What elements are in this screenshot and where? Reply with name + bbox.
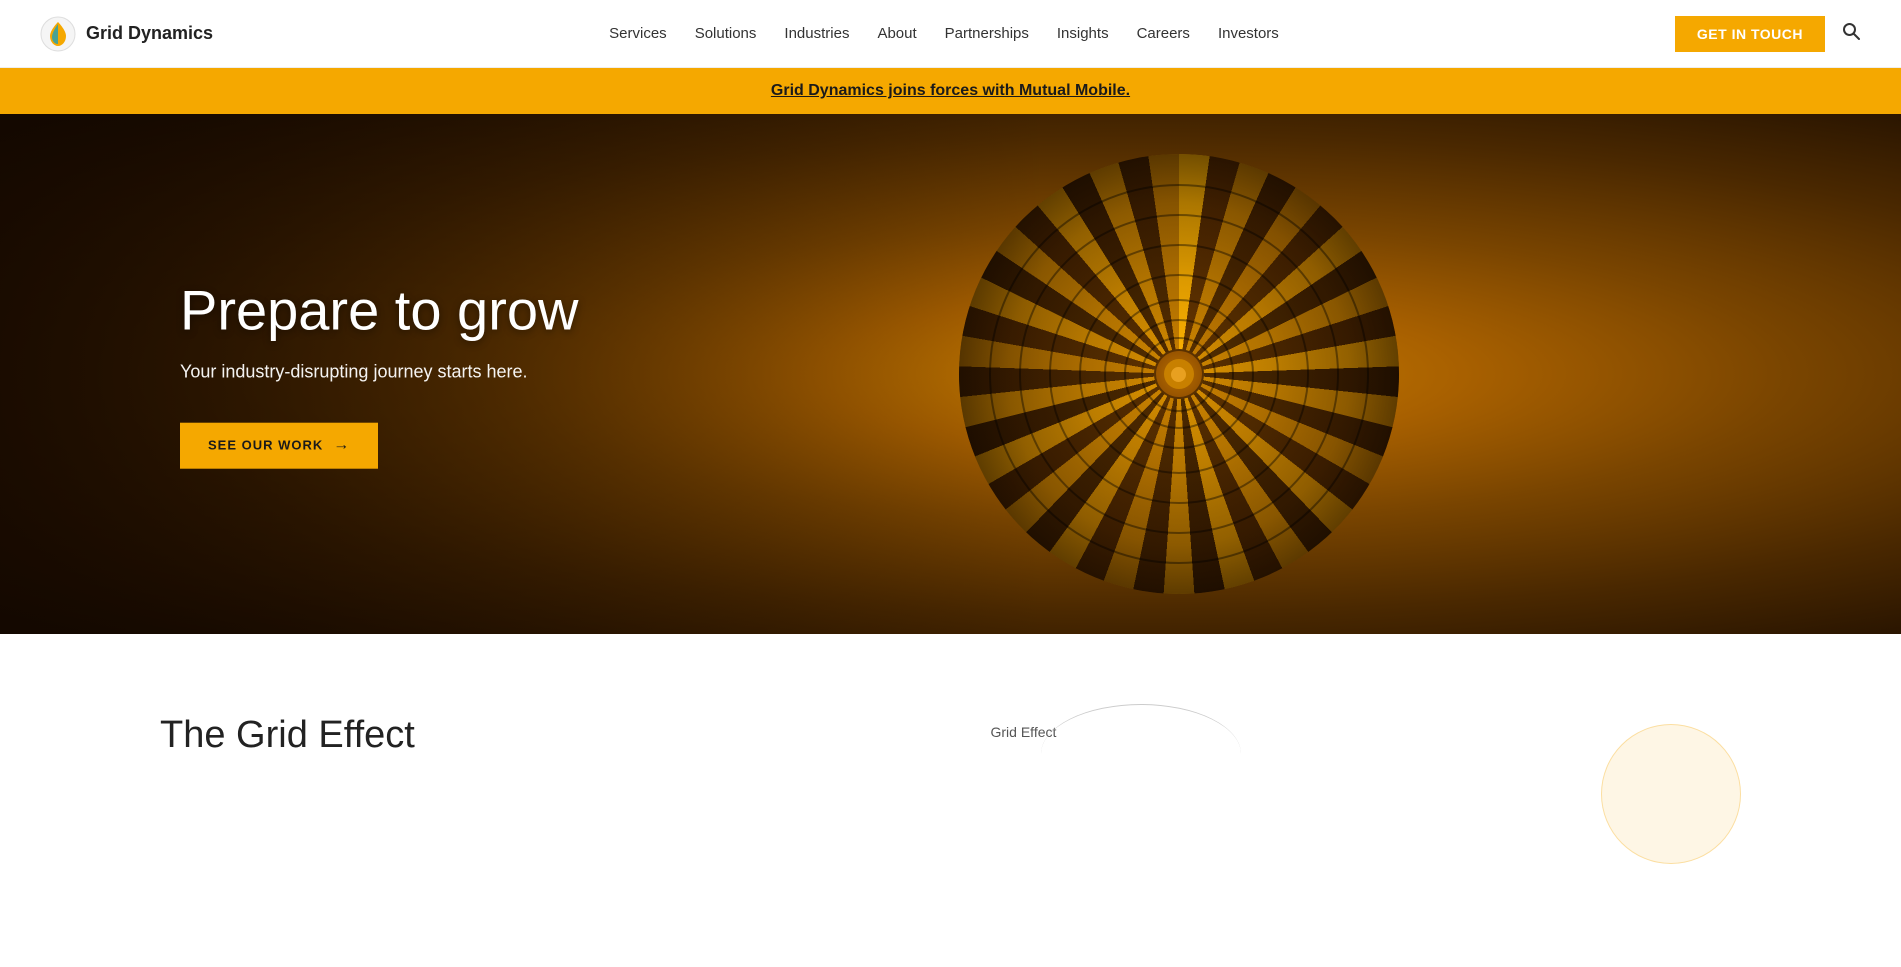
- hero-subtitle: Your industry-disrupting journey starts …: [180, 361, 578, 382]
- nav-industries[interactable]: Industries: [784, 25, 849, 42]
- nav-careers[interactable]: Careers: [1137, 25, 1190, 42]
- logo-icon: [40, 16, 76, 52]
- search-button[interactable]: [1841, 21, 1861, 47]
- grid-effect-title: The Grid Effect: [160, 694, 951, 757]
- announcement-link[interactable]: Grid Dynamics joins forces with Mutual M…: [771, 82, 1130, 99]
- nav-right: GET IN TOUCH: [1675, 16, 1861, 52]
- nav-insights[interactable]: Insights: [1057, 25, 1109, 42]
- nav-solutions[interactable]: Solutions: [695, 25, 757, 42]
- nav-links: Services Solutions Industries About Part…: [609, 25, 1279, 43]
- grid-effect-circle: [1601, 724, 1741, 864]
- see-work-label: SEE OUR WORK: [208, 438, 323, 453]
- nav-services[interactable]: Services: [609, 25, 667, 42]
- nav-investors[interactable]: Investors: [1218, 25, 1279, 42]
- below-fold-right: Grid Effect: [951, 694, 1742, 834]
- nav-about[interactable]: About: [877, 25, 916, 42]
- below-fold-section: The Grid Effect Grid Effect: [0, 634, 1901, 834]
- search-icon: [1841, 21, 1861, 41]
- hero-content: Prepare to grow Your industry-disrupting…: [180, 280, 578, 469]
- logo-text: Grid Dynamics: [86, 23, 213, 44]
- navbar: Grid Dynamics Services Solutions Industr…: [0, 0, 1901, 68]
- arrow-icon: →: [333, 436, 350, 454]
- below-fold-left: The Grid Effect: [160, 694, 951, 834]
- grid-effect-arc: [1041, 704, 1241, 804]
- get-in-touch-button[interactable]: GET IN TOUCH: [1675, 16, 1825, 52]
- nav-partnerships[interactable]: Partnerships: [945, 25, 1029, 42]
- hero-title: Prepare to grow: [180, 280, 578, 342]
- announcement-bar: Grid Dynamics joins forces with Mutual M…: [0, 68, 1901, 114]
- see-our-work-button[interactable]: SEE OUR WORK →: [180, 422, 378, 468]
- logo-link[interactable]: Grid Dynamics: [40, 16, 213, 52]
- hero-section: Prepare to grow Your industry-disrupting…: [0, 114, 1901, 634]
